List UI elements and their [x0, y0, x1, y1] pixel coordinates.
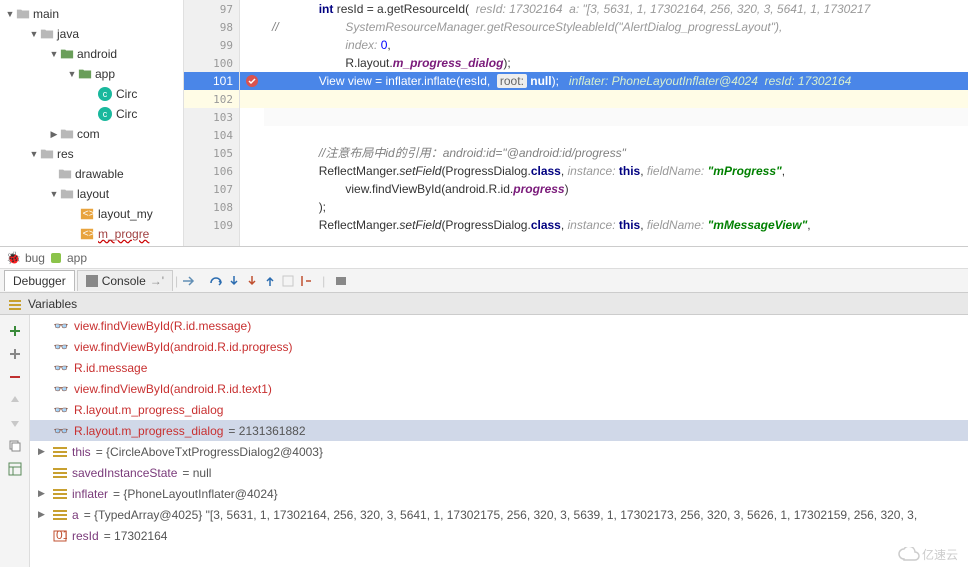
- tree-com[interactable]: ▶com: [0, 124, 183, 144]
- code-editor[interactable]: int resId = a.getResourceId( resId: 1730…: [264, 0, 968, 246]
- var-saved[interactable]: savedInstanceState = null: [30, 462, 968, 483]
- line-101-current[interactable]: View view = inflater.inflate(resId, root…: [264, 72, 968, 90]
- gutter-98[interactable]: 98: [184, 18, 239, 36]
- object-icon: [53, 488, 67, 500]
- line-107[interactable]: view.findViewById(android.R.id.progress): [264, 180, 968, 198]
- bug-icon: 🐞: [6, 251, 21, 265]
- svg-text:01: 01: [56, 530, 67, 542]
- editor-gutter[interactable]: 97 98 99 100 101 102 103 104 105 106 107…: [184, 0, 240, 246]
- class-icon: c: [98, 107, 112, 121]
- show-exec-icon[interactable]: [180, 273, 196, 289]
- line-99[interactable]: index: 0,: [264, 36, 968, 54]
- xml-icon: <>: [80, 227, 94, 241]
- force-step-into-icon[interactable]: [244, 273, 260, 289]
- class-icon: c: [98, 87, 112, 101]
- gutter-109[interactable]: 109: [184, 216, 239, 234]
- gutter-106[interactable]: 106: [184, 162, 239, 180]
- tree-java[interactable]: ▼java: [0, 24, 183, 44]
- tree-app[interactable]: ▼app: [0, 64, 183, 84]
- xml-icon: <>: [80, 207, 94, 221]
- object-icon: [53, 446, 67, 458]
- tree-res[interactable]: ▼res: [0, 144, 183, 164]
- debug-tab-bar: Debugger Console→' | |: [0, 269, 968, 293]
- gutter-97[interactable]: 97: [184, 0, 239, 18]
- line-100[interactable]: R.layout.m_progress_dialog);: [264, 54, 968, 72]
- new-watch-icon[interactable]: [3, 343, 27, 365]
- tree-layout[interactable]: ▼layout: [0, 184, 183, 204]
- watch-row[interactable]: 👓view.findViewById(android.R.id.progress…: [30, 336, 968, 357]
- line-108[interactable]: );: [264, 198, 968, 216]
- copy-icon[interactable]: [3, 435, 27, 457]
- variables-icon: [8, 297, 22, 311]
- svg-text:<>: <>: [83, 208, 94, 220]
- var-inflater[interactable]: ▶inflater = {PhoneLayoutInflater@4024}: [30, 483, 968, 504]
- tree-circ1[interactable]: cCirc: [0, 84, 183, 104]
- tree-main[interactable]: ▼main: [0, 4, 183, 24]
- line-109[interactable]: ReflectManger.setField(ProgressDialog.cl…: [264, 216, 968, 234]
- remove-watch-icon[interactable]: [3, 366, 27, 388]
- show-watches-icon[interactable]: [3, 458, 27, 480]
- tab-console[interactable]: Console→': [77, 270, 173, 291]
- gutter-104[interactable]: 104: [184, 126, 239, 144]
- gutter-marks: [240, 0, 264, 246]
- gutter-100[interactable]: 100: [184, 54, 239, 72]
- gutter-105[interactable]: 105: [184, 144, 239, 162]
- project-tree[interactable]: ▼main ▼java ▼android ▼app cCirc cCirc ▶c…: [0, 0, 184, 246]
- line-106[interactable]: ReflectManger.setField(ProgressDialog.cl…: [264, 162, 968, 180]
- watch-row[interactable]: 👓R.id.message: [30, 357, 968, 378]
- step-out-icon[interactable]: [262, 273, 278, 289]
- gutter-99[interactable]: 99: [184, 36, 239, 54]
- tab-debugger[interactable]: Debugger: [4, 270, 75, 291]
- breadcrumb: 🐞bug app: [0, 247, 968, 269]
- variables-header: Variables: [0, 293, 968, 315]
- gutter-108[interactable]: 108: [184, 198, 239, 216]
- watch-row[interactable]: 👓view.findViewById(android.R.id.text1): [30, 378, 968, 399]
- glasses-icon: 👓: [53, 403, 69, 417]
- watch-row[interactable]: 👓view.findViewById(R.id.message): [30, 315, 968, 336]
- variables-toolbar: [0, 315, 30, 567]
- variables-title: Variables: [28, 297, 77, 311]
- object-icon: [53, 467, 67, 479]
- object-icon: [53, 509, 67, 521]
- line-102[interactable]: [264, 90, 968, 108]
- gutter-102[interactable]: 102: [184, 90, 239, 108]
- variables-list[interactable]: 👓view.findViewById(R.id.message) 👓view.f…: [30, 315, 968, 567]
- glasses-icon: 👓: [53, 319, 69, 333]
- var-a[interactable]: ▶a = {TypedArray@4025} "[3, 5631, 1, 173…: [30, 504, 968, 525]
- tree-android[interactable]: ▼android: [0, 44, 183, 64]
- step-over-icon[interactable]: [208, 273, 224, 289]
- move-up-icon[interactable]: [3, 389, 27, 411]
- move-down-icon[interactable]: [3, 412, 27, 434]
- primitive-icon: 01: [53, 530, 67, 542]
- line-103[interactable]: [264, 108, 968, 126]
- gutter-107[interactable]: 107: [184, 180, 239, 198]
- glasses-icon: 👓: [53, 361, 69, 375]
- run-to-cursor-icon[interactable]: [298, 273, 314, 289]
- watch-row[interactable]: 👓R.layout.m_progress_dialog: [30, 399, 968, 420]
- var-resid[interactable]: 01resId = 17302164: [30, 525, 968, 546]
- drop-frame-icon[interactable]: [280, 273, 296, 289]
- add-watch-icon[interactable]: [3, 320, 27, 342]
- line-105[interactable]: //注意布局中id的引用：android:id="@android:id/pro…: [264, 144, 968, 162]
- svg-text:<>: <>: [83, 228, 94, 240]
- glasses-icon: 👓: [53, 424, 69, 438]
- tree-drawable[interactable]: drawable: [0, 164, 183, 184]
- error-icon: [245, 74, 259, 88]
- app-icon: [49, 251, 63, 265]
- step-into-icon[interactable]: [226, 273, 242, 289]
- evaluate-icon[interactable]: [333, 273, 349, 289]
- glasses-icon: 👓: [53, 382, 69, 396]
- line-98[interactable]: // SystemResourceManager.getResourceStyl…: [264, 18, 968, 36]
- watch-row-selected[interactable]: 👓R.layout.m_progress_dialog = 2131361882: [30, 420, 968, 441]
- tree-layout-my[interactable]: <>layout_my: [0, 204, 183, 224]
- gutter-101[interactable]: 101: [184, 72, 239, 90]
- var-this[interactable]: ▶this = {CircleAboveTxtProgressDialog2@4…: [30, 441, 968, 462]
- glasses-icon: 👓: [53, 340, 69, 354]
- tree-circ2[interactable]: cCirc: [0, 104, 183, 124]
- tree-m-progre[interactable]: <>m_progre: [0, 224, 183, 244]
- gutter-103[interactable]: 103: [184, 108, 239, 126]
- line-104[interactable]: [264, 126, 968, 144]
- line-97[interactable]: int resId = a.getResourceId( resId: 1730…: [264, 0, 968, 18]
